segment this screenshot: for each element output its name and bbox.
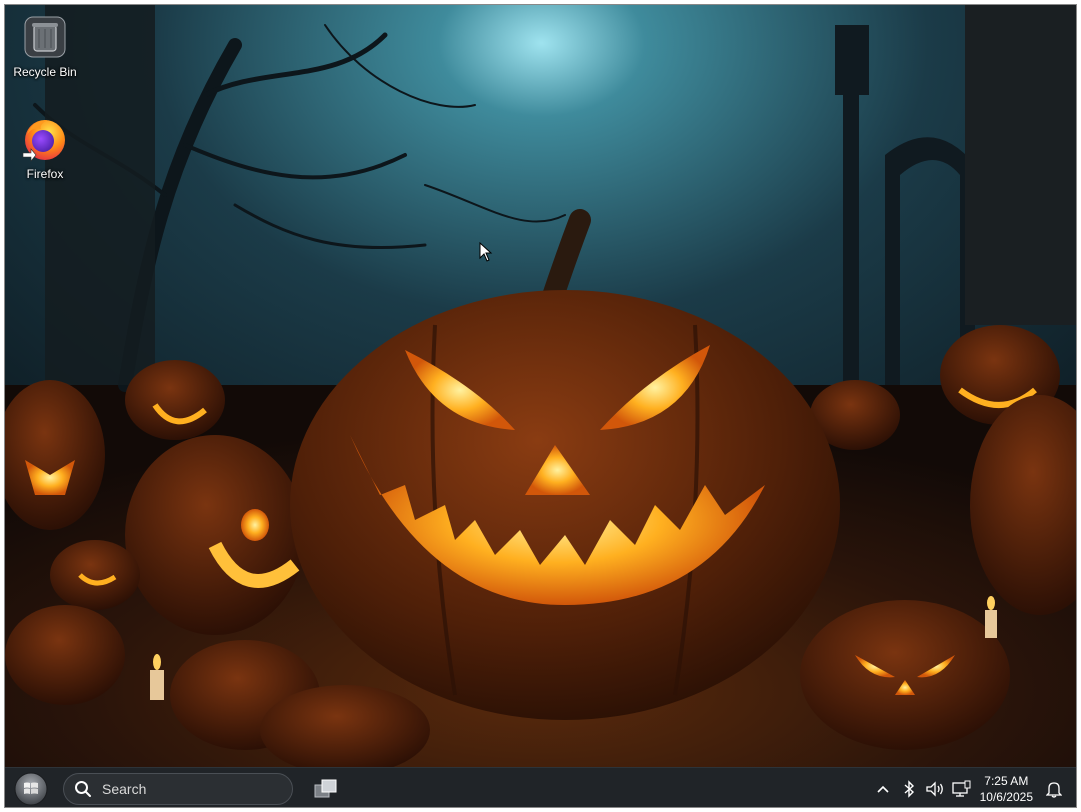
task-view-button[interactable] — [311, 774, 341, 804]
bluetooth-icon[interactable] — [897, 777, 921, 801]
clock-date: 10/6/2025 — [979, 789, 1033, 804]
search-icon — [75, 780, 91, 797]
chevron-up-icon[interactable] — [871, 777, 895, 801]
start-button[interactable] — [13, 771, 49, 807]
windows-orb-icon — [14, 772, 48, 805]
halloween-wallpaper — [5, 5, 1076, 767]
bell-icon — [1046, 781, 1062, 798]
task-view-icon — [314, 779, 337, 797]
clock-time: 7:25 AM — [984, 773, 1029, 788]
taskbar-search-box[interactable]: Search — [63, 772, 293, 805]
search-placeholder: Search — [102, 780, 147, 797]
recycle-bin-desktop-icon[interactable]: Recycle Bin — [5, 13, 85, 79]
mouse-pointer-icon — [479, 242, 493, 262]
network-icon[interactable] — [949, 777, 973, 801]
recycle-bin-label: Recycle Bin — [13, 65, 77, 79]
recycle-bin-icon — [24, 16, 66, 58]
taskbar-clock[interactable]: 7:25 AM 10/6/2025 — [980, 773, 1033, 805]
firefox-icon — [22, 120, 65, 162]
system-tray: 7:25 AM 10/6/2025 — [870, 768, 1076, 807]
firefox-desktop-icon[interactable]: Firefox — [5, 115, 85, 181]
firefox-label: Firefox — [26, 167, 64, 181]
desktop-screen: Recycle Bin Firefox Search 7:25 AM 10/6/… — [4, 4, 1077, 808]
volume-icon[interactable] — [923, 777, 947, 801]
notifications-button[interactable] — [1042, 777, 1066, 801]
taskbar: Search 7:25 AM 10/6/2025 — [5, 767, 1076, 807]
